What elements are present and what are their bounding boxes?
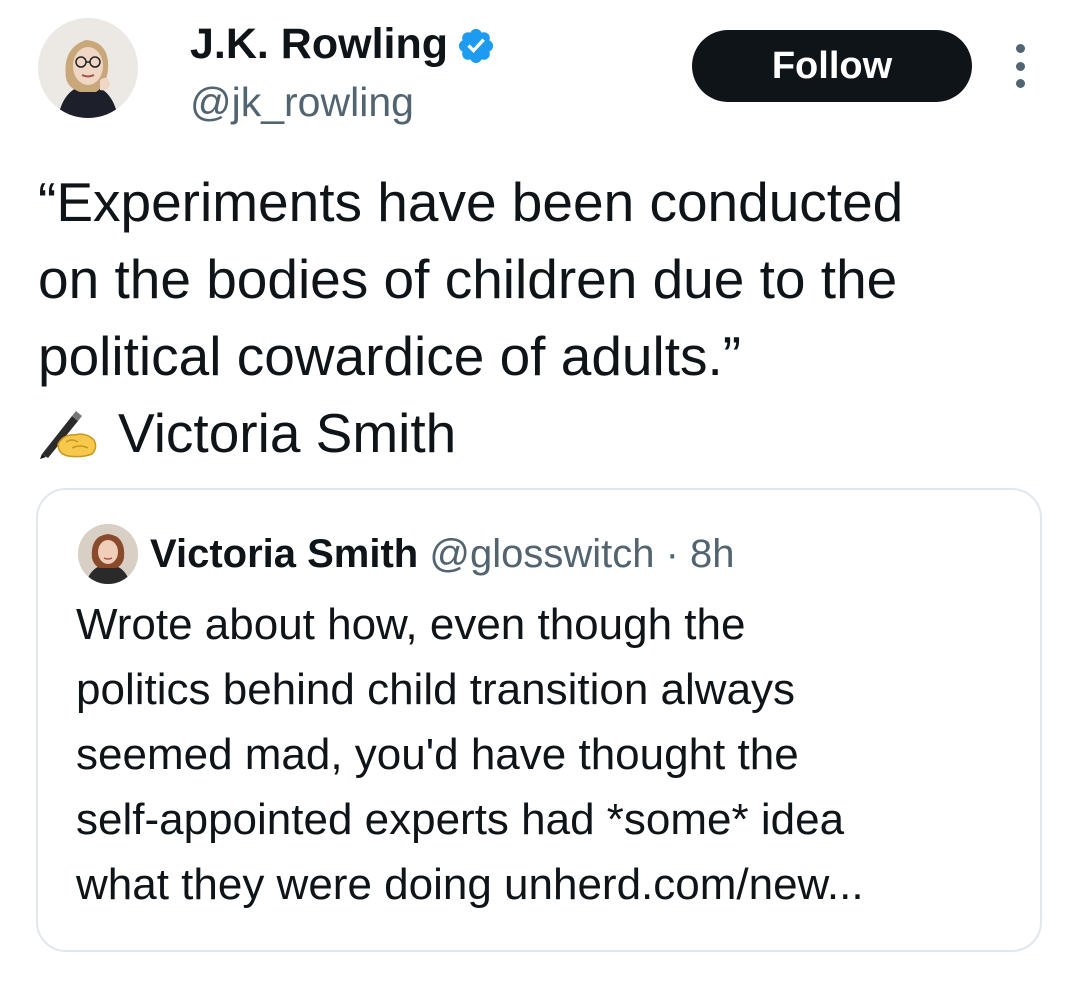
author-handle[interactable]: @jk_rowling bbox=[190, 76, 414, 128]
quote-text-line: seemed mad, you'd have thought the bbox=[76, 730, 799, 779]
quote-text-line: politics behind child transition always bbox=[76, 665, 796, 714]
tweet-text-line: on the bodies of children due to the bbox=[38, 248, 898, 310]
quote-text-line: what they were doing unherd.com/new... bbox=[76, 860, 864, 909]
author-name-row[interactable]: J.K. Rowling bbox=[190, 16, 496, 72]
tweet-attribution-line: Victoria Smith bbox=[38, 395, 1048, 472]
follow-button[interactable]: Follow bbox=[692, 30, 972, 102]
quote-text-line: Wrote about how, even though the bbox=[76, 600, 746, 649]
quote-header: Victoria Smith @glosswitch · 8h bbox=[150, 524, 735, 584]
tweet-text: “Experiments have been conducted on the … bbox=[38, 164, 1048, 472]
quote-author-name[interactable]: Victoria Smith bbox=[150, 532, 418, 576]
quoted-tweet-card[interactable]: Victoria Smith @glosswitch · 8h Wrote ab… bbox=[36, 488, 1042, 952]
tweet-text-line: “Experiments have been conducted bbox=[38, 171, 904, 233]
quote-timestamp[interactable]: 8h bbox=[690, 532, 735, 576]
author-avatar[interactable] bbox=[38, 18, 138, 118]
quote-text-line: self-appointed experts had *some* idea bbox=[76, 795, 845, 844]
more-options-icon[interactable] bbox=[1008, 44, 1032, 88]
quote-text: Wrote about how, even though the politic… bbox=[76, 592, 1026, 917]
quote-separator: · bbox=[654, 532, 691, 576]
author-name[interactable]: J.K. Rowling bbox=[190, 16, 448, 72]
quote-author-avatar[interactable] bbox=[78, 524, 138, 584]
verified-badge-icon bbox=[456, 24, 496, 64]
writing-hand-icon bbox=[38, 403, 100, 459]
tweet-text-line: political cowardice of adults.” bbox=[38, 325, 742, 387]
tweet-attribution: Victoria Smith bbox=[118, 402, 457, 464]
quote-author-handle[interactable]: @glosswitch bbox=[429, 532, 654, 576]
